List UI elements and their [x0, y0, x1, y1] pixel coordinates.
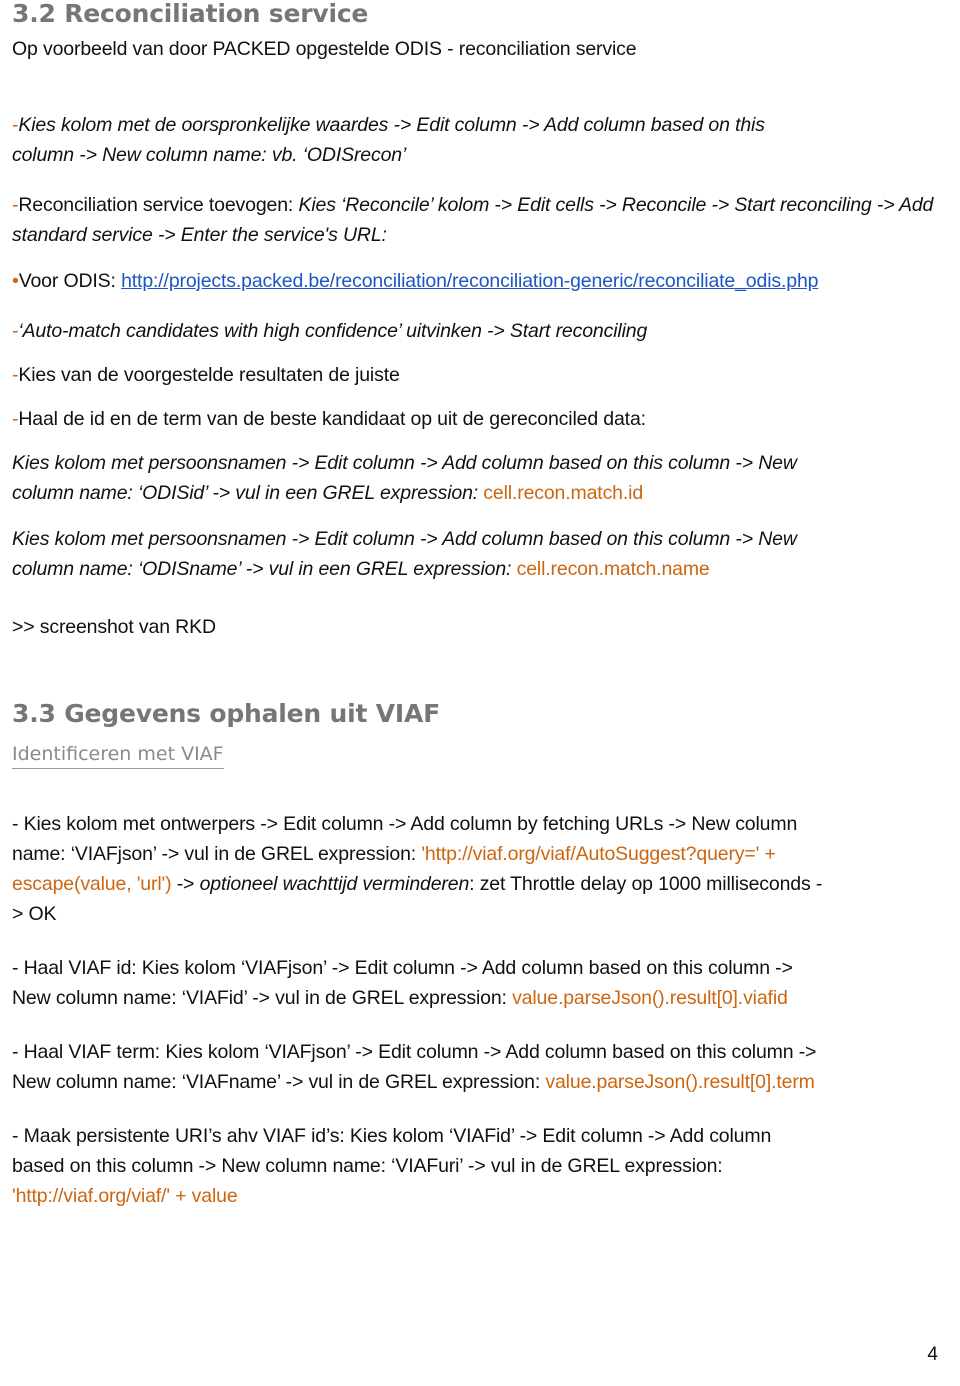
grel-expression-viafjson-part1: 'http://viaf.org/viaf/AutoSuggest?query=…	[421, 843, 776, 865]
document-page: 3.2 Reconciliation service Op voorbeeld …	[0, 0, 960, 1386]
step-kies-voorgestelde-resultaten: -Kies van de voorgestelde resultaten de …	[12, 360, 944, 390]
viafjson-line3-b: : zet Throttle delay op 1000 millisecond…	[469, 873, 823, 895]
step1-line1: Kies kolom met de oorspronkelijke waarde…	[18, 114, 765, 136]
heading-section-3-2: 3.2 Reconciliation service	[12, 0, 369, 28]
grel-expression-odisid: cell.recon.match.id	[483, 482, 644, 504]
step-reconciliation-service-toevogen: -Reconciliation service toevogen: Kies ‘…	[12, 190, 944, 250]
step1-column-name: ‘ODISrecon’	[302, 144, 407, 166]
screenshot-note-rkd: >> screenshot van RKD	[12, 616, 216, 638]
viafjson-line3-italic: optioneel wachttijd verminderen	[199, 873, 470, 895]
page-number: 4	[927, 1344, 938, 1365]
subheading-identificeren-met-viaf: Identificeren met VIAF	[12, 742, 224, 769]
viafjson-line4: > OK	[12, 903, 57, 925]
viafjson-line2: name: ‘VIAFjson’ -> vul in de GREL expre…	[12, 843, 422, 865]
odisname-line1: Kies kolom met persoonsnamen -> Edit col…	[12, 528, 797, 550]
step-kies-kolom-oorspronkelijke-waardes: -Kies kolom met de oorspronkelijke waard…	[12, 110, 944, 170]
viafjson-line3-a: ->	[171, 873, 200, 895]
viafterm-line2: New column name: ‘VIAFname’ -> vul in de…	[12, 1071, 546, 1093]
viafid-line1: - Haal VIAF id: Kies kolom ‘VIAFjson’ ->…	[12, 957, 793, 979]
step4-text: Kies van de voorgestelde resultaten de j…	[18, 364, 400, 386]
grel-expression-viafjson-part2: escape(value, 'url')	[12, 873, 172, 895]
step5-text: Haal de id en de term van de beste kandi…	[18, 408, 646, 430]
step-auto-match-candidates: -‘Auto-match candidates with high confid…	[12, 316, 944, 346]
odis-service-url-line: •Voor ODIS: http://projects.packed.be/re…	[12, 266, 944, 296]
odisid-instruction-block: Kies kolom met persoonsnamen -> Edit col…	[12, 448, 944, 508]
step-haal-id-en-term: -Haal de id en de term van de beste kand…	[12, 404, 944, 434]
viafterm-line1: - Haal VIAF term: Kies kolom ‘VIAFjson’ …	[12, 1041, 817, 1063]
viafuri-instruction-block: - Maak persistente URI’s ahv VIAF id’s: …	[12, 1121, 944, 1211]
grel-expression-viafuri: 'http://viaf.org/viaf/' + value	[12, 1185, 238, 1207]
step1-line2-a: column -> New column name: vb.	[12, 144, 303, 166]
viafid-instruction-block: - Haal VIAF id: Kies kolom ‘VIAFjson’ ->…	[12, 953, 944, 1013]
viafjson-line1: - Kies kolom met ontwerpers -> Edit colu…	[12, 813, 798, 835]
odisid-line2: column name: ‘ODISid’ -> vul in een GREL…	[12, 482, 484, 504]
viafid-line2: New column name: ‘VIAFid’ -> vul in de G…	[12, 987, 513, 1009]
subheading-wrapper: Identificeren met VIAF	[12, 742, 944, 769]
viafuri-line2: based on this column -> New column name:…	[12, 1155, 723, 1177]
grel-expression-odisname: cell.recon.match.name	[516, 558, 710, 580]
odisid-line1: Kies kolom met persoonsnamen -> Edit col…	[12, 452, 797, 474]
viafuri-line1: - Maak persistente URI’s ahv VIAF id’s: …	[12, 1125, 772, 1147]
viafterm-instruction-block: - Haal VIAF term: Kies kolom ‘VIAFjson’ …	[12, 1037, 944, 1097]
section-3-2-intro: Op voorbeeld van door PACKED opgestelde …	[12, 38, 637, 60]
odisname-instruction-block: Kies kolom met persoonsnamen -> Edit col…	[12, 524, 944, 584]
bullet-marker: •	[12, 270, 19, 292]
viafjson-instruction-block: - Kies kolom met ontwerpers -> Edit colu…	[12, 809, 944, 929]
odis-url-label: Voor ODIS:	[18, 270, 122, 292]
grel-expression-viafid: value.parseJson().result[0].viafid	[512, 987, 788, 1009]
grel-expression-viafterm: value.parseJson().result[0].term	[545, 1071, 815, 1093]
step3-text: ‘Auto-match candidates with high confide…	[18, 320, 648, 342]
heading-section-3-3: 3.3 Gegevens ophalen uit VIAF	[12, 699, 441, 728]
odis-service-url-link[interactable]: http://projects.packed.be/reconciliation…	[121, 270, 818, 292]
step2-plain: Reconciliation service toevogen:	[18, 194, 299, 216]
odisname-line2: column name: ‘ODISname’ -> vul in een GR…	[12, 558, 517, 580]
